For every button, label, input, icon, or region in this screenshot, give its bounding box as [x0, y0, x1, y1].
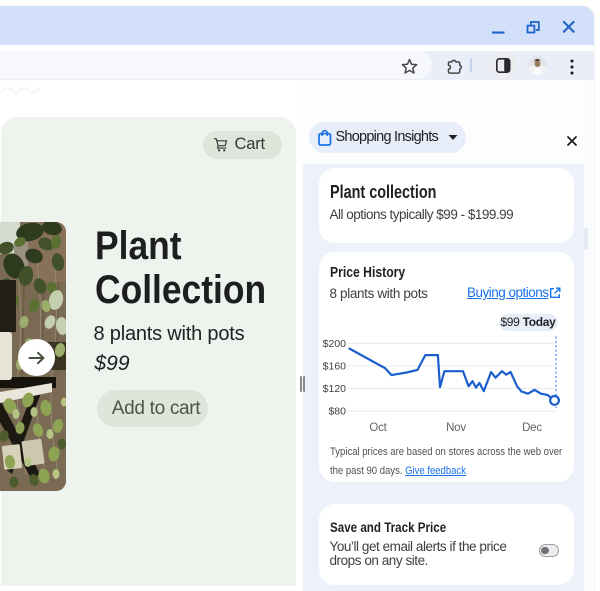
- svg-text:$80: $80: [328, 406, 346, 418]
- svg-text:Dec: Dec: [522, 422, 542, 434]
- svg-text:Oct: Oct: [369, 422, 387, 434]
- svg-text:$200: $200: [322, 338, 346, 350]
- svg-text:Nov: Nov: [446, 422, 466, 434]
- svg-text:$120: $120: [322, 383, 346, 395]
- svg-text:$160: $160: [322, 361, 346, 373]
